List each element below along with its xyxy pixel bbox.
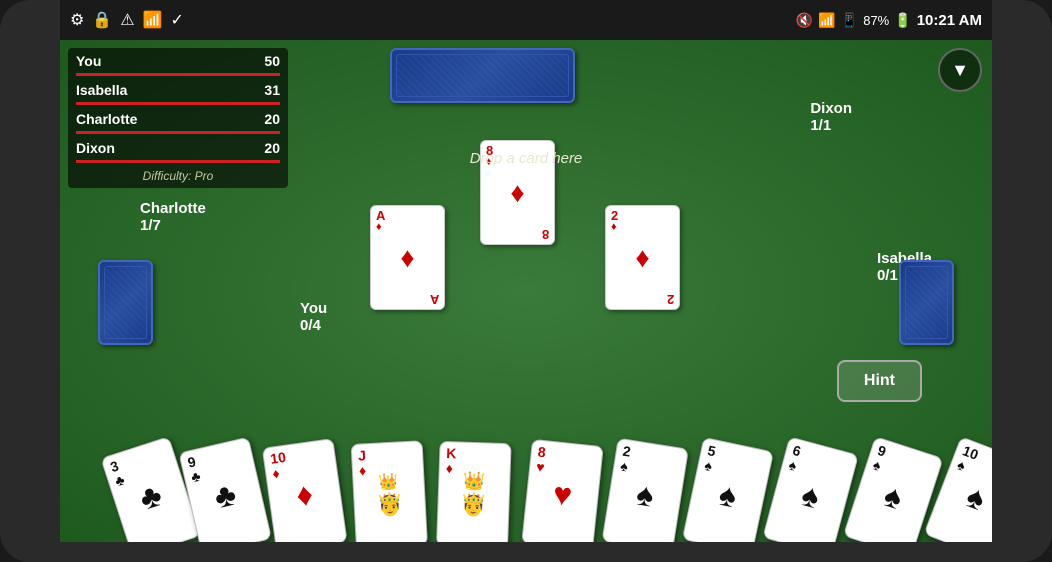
score-bar-charlotte (76, 131, 280, 134)
battery-icon: 🔋 (894, 12, 911, 29)
hc-center-8h: ♥ (551, 475, 574, 514)
mute-icon: 🔇 (796, 12, 813, 29)
score-name-dixon: Dixon (76, 140, 115, 156)
score-name-you: You (76, 53, 101, 69)
jack-crown: 👑 (378, 471, 399, 492)
hc-center-jd: 👑 🤴 (352, 441, 427, 542)
score-name-isabella: Isabella (76, 82, 127, 98)
hand-card-6s[interactable]: 6♠ ♠ (762, 436, 859, 542)
dixon-tricks: 1/1 (810, 117, 852, 134)
dixon-name: Dixon (810, 100, 852, 117)
wifi-off-icon: 📶 (143, 10, 163, 30)
king-figure: 🤴 (459, 492, 487, 519)
eight-center: ♦ (510, 177, 524, 209)
drop-zone-text: Drop a card here (470, 150, 583, 167)
eight-value-bottom: 8 (542, 228, 549, 241)
difficulty-label: Difficulty: Pro (76, 169, 280, 183)
player-dixon: Dixon 1/1 (810, 100, 852, 134)
chevron-down-icon: ▼ (951, 60, 969, 81)
check-icon: ✓ (171, 10, 184, 30)
hc-top-8h: 8♥ (535, 445, 546, 476)
player-charlotte: Charlotte 1/7 (140, 200, 206, 234)
hc-center-3c: ♣ (135, 476, 166, 518)
hc-top-2s: 2♠ (619, 444, 632, 476)
score-row-dixon: Dixon 20 (76, 140, 280, 156)
played-card-2: 2 ♦ ♦ 2 (605, 205, 680, 310)
isabella-card-back (899, 260, 954, 345)
hc-center-5s: ♠ (716, 476, 740, 516)
phone-frame: ⚙ 🔒 ⚠ 📶 ✓ 🔇 📶 📱 87% 🔋 10:21 AM You 50 Is… (0, 0, 1052, 562)
time-display: 10:21 AM (917, 12, 982, 29)
hc-center-9c: ♣ (211, 475, 240, 516)
wifi-icon: 📶 (818, 12, 835, 29)
signal-icon: 📱 (841, 12, 858, 29)
hc-center-kd: 👑 🤴 (437, 442, 511, 542)
hint-button[interactable]: Hint (837, 360, 922, 402)
you-name: You (300, 300, 327, 317)
hc-top-10s: 10♠ (955, 443, 981, 477)
charlotte-name: Charlotte (140, 200, 206, 217)
score-row-charlotte: Charlotte 20 (76, 111, 280, 127)
hc-top-5s: 5♠ (703, 443, 717, 475)
hand-card-jd[interactable]: J♦ 👑 🤴 (351, 440, 428, 542)
played-card-ace: A ♦ ♦ A (370, 205, 445, 310)
score-bar-dixon (76, 160, 280, 163)
charlotte-card-back (98, 260, 153, 345)
hc-center-6s: ♠ (798, 476, 824, 516)
dixon-deck (390, 48, 575, 103)
hc-top-9c: 9♣ (186, 454, 202, 486)
score-value-charlotte: 20 (264, 111, 280, 127)
two-value-bottom: 2 (667, 293, 674, 306)
alert-icon: ⚠ (120, 10, 134, 30)
score-name-charlotte: Charlotte (76, 111, 137, 127)
score-row-you: You 50 (76, 53, 280, 69)
hc-center-9s: ♠ (879, 477, 907, 517)
score-value-you: 50 (264, 53, 280, 69)
hand-card-2s[interactable]: 2♠ ♠ (601, 438, 689, 542)
score-value-dixon: 20 (264, 140, 280, 156)
ace-suit-top: ♦ (376, 221, 382, 233)
charlotte-deck (98, 260, 153, 345)
hc-top-6s: 6♠ (787, 443, 802, 475)
hc-top-3c: 3♣ (109, 458, 127, 490)
hand-card-kd[interactable]: K♦ 👑 🤴 (436, 441, 512, 542)
hc-center-10d: ♦ (294, 476, 315, 515)
isabella-deck (899, 260, 954, 345)
two-center: ♦ (635, 242, 649, 274)
hand-card-5s[interactable]: 5♠ ♠ (682, 437, 774, 542)
player-you: You 0/4 (300, 300, 327, 334)
status-bar: ⚙ 🔒 ⚠ 📶 ✓ 🔇 📶 📱 87% 🔋 10:21 AM (60, 0, 992, 40)
score-bar-you (76, 73, 280, 76)
hint-label: Hint (864, 372, 895, 389)
menu-dropdown-button[interactable]: ▼ (938, 48, 982, 92)
hc-center-2s: ♠ (634, 476, 657, 515)
charlotte-tricks: 1/7 (140, 217, 206, 234)
hand-area: 3♣ ♣ 9♣ ♣ 10♦ ♦ J♦ 👑 🤴 (101, 422, 951, 542)
score-panel: You 50 Isabella 31 Charlotte 20 Dixon 20… (68, 48, 288, 188)
hc-center-10s: ♠ (961, 478, 990, 519)
you-tricks: 0/4 (300, 317, 327, 334)
score-bar-isabella (76, 102, 280, 105)
ace-value-bottom: A (430, 293, 439, 306)
hc-top-10d: 10♦ (269, 450, 289, 483)
ace-center: ♦ (400, 242, 414, 274)
jack-figure: 🤴 (375, 491, 404, 518)
drop-zone[interactable]: Drop a card here (366, 150, 686, 168)
score-value-isabella: 31 (264, 82, 280, 98)
king-crown: 👑 (463, 471, 486, 493)
score-row-isabella: Isabella 31 (76, 82, 280, 98)
dixon-card-back (390, 48, 575, 103)
game-area: You 50 Isabella 31 Charlotte 20 Dixon 20… (60, 40, 992, 542)
status-icons-right: 🔇 📶 📱 87% 🔋 10:21 AM (796, 12, 982, 29)
usb-icon: ⚙ (70, 10, 84, 30)
hand-card-8h[interactable]: 8♥ ♥ (521, 439, 604, 542)
hand-card-10d[interactable]: 10♦ ♦ (262, 438, 348, 542)
battery-percent: 87% (863, 13, 889, 28)
status-icons-left: ⚙ 🔒 ⚠ 📶 ✓ (70, 10, 184, 30)
hc-top-9s: 9♠ (871, 443, 888, 475)
two-suit-top: ♦ (611, 221, 617, 233)
lock-icon: 🔒 (92, 10, 112, 30)
